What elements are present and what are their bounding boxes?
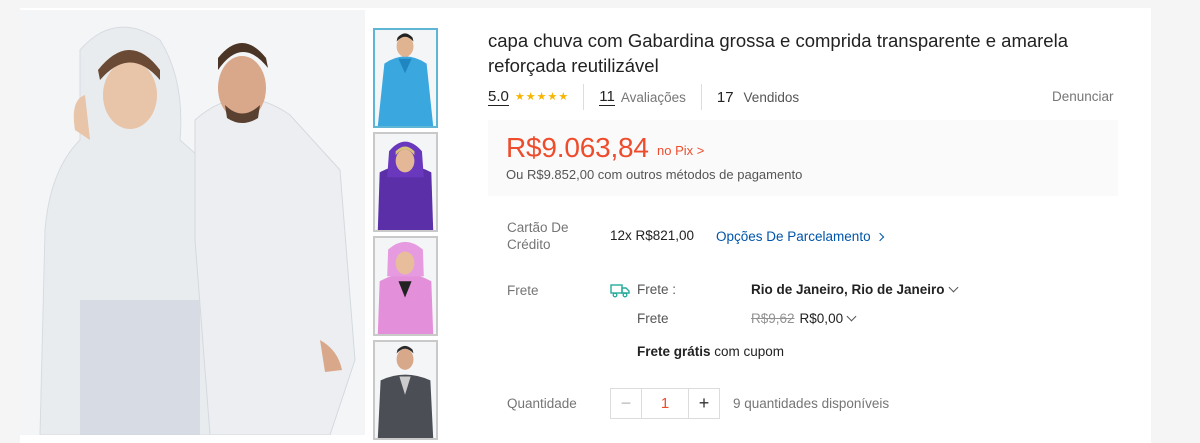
payment-label: Cartão De Crédito [507,220,569,252]
chevron-down-icon [948,282,959,293]
free-shipping-note: Frete grátis com cupom [637,344,784,359]
price-box: R$9.063,84 no Pix > Ou R$9.852,00 com ou… [488,120,1118,196]
shipping-label: Frete [507,283,539,298]
rating-score[interactable]: 5.0 [488,88,509,106]
quantity-label: Quantidade [507,396,577,411]
decrease-quantity-button[interactable]: − [611,389,642,418]
pink-raincoat-image [375,238,436,334]
blue-raincoat-image [375,30,436,126]
sold-count: 17 [716,88,734,106]
sold-label: Vendidos [743,89,800,105]
reviews-count[interactable]: 11 [599,88,615,106]
current-price: R$9.063,84 [506,132,649,163]
rating-row: 5.0 ★ ★ ★ ★ ★ 11 Avaliações 17 Vendidos [488,84,799,110]
free-shipping-bold: Frete grátis [637,344,711,359]
shipping-sublabel: Frete : [637,282,677,297]
truck-icon [610,284,630,298]
divider [700,84,702,110]
star-icon: ★ [514,90,525,103]
report-link[interactable]: Denunciar [1052,89,1114,104]
old-shipping-cost: R$9,62 [751,311,795,326]
alternative-price: Ou R$9.852,00 com outros métodos de paga… [506,167,803,182]
stock-available: 9 quantidades disponíveis [733,396,890,411]
chevron-right-icon [875,232,884,241]
reviews-label: Avaliações [620,89,686,105]
star-icon: ★ [536,90,547,103]
increase-quantity-button[interactable]: + [688,389,719,418]
shipping-cost-select[interactable]: R$9,62 R$0,00 [751,311,857,326]
shipping-destination-select[interactable]: Rio de Janeiro, Rio de Janeiro [751,282,959,297]
free-shipping-rest: com cupom [710,344,785,359]
thumbnail-purple[interactable] [373,132,438,232]
thumbnail-gray[interactable] [373,340,438,440]
installments-value: 12x R$821,00 [610,228,695,243]
thumbnail-list [373,28,439,443]
shipping-cost-label: Frete [637,311,669,326]
installment-options-label: Opções De Parcelamento [716,229,871,244]
new-shipping-cost: R$0,00 [799,311,844,326]
shipping-destination: Rio de Janeiro, Rio de Janeiro [751,282,945,297]
pix-link[interactable]: no Pix > [657,143,704,158]
chevron-down-icon [846,311,857,322]
installment-options-link[interactable]: Opções De Parcelamento [716,229,884,244]
quantity-stepper: − 1 + [610,388,720,419]
thumbnail-pink[interactable] [373,236,438,336]
star-icon: ★ [525,90,536,103]
main-product-image[interactable] [20,10,365,435]
purple-raincoat-image [375,134,436,230]
gray-raincoat-image [375,342,436,438]
star-icon: ★ [558,90,569,103]
product-title: capa chuva com Gabardina grossa e compri… [488,30,1068,76]
rating-stars: ★ ★ ★ ★ ★ [514,90,569,103]
star-icon: ★ [547,90,558,103]
quantity-input[interactable]: 1 [642,389,688,418]
divider [583,84,585,110]
raincoat-photo [20,10,365,435]
thumbnail-blue[interactable] [373,28,438,128]
